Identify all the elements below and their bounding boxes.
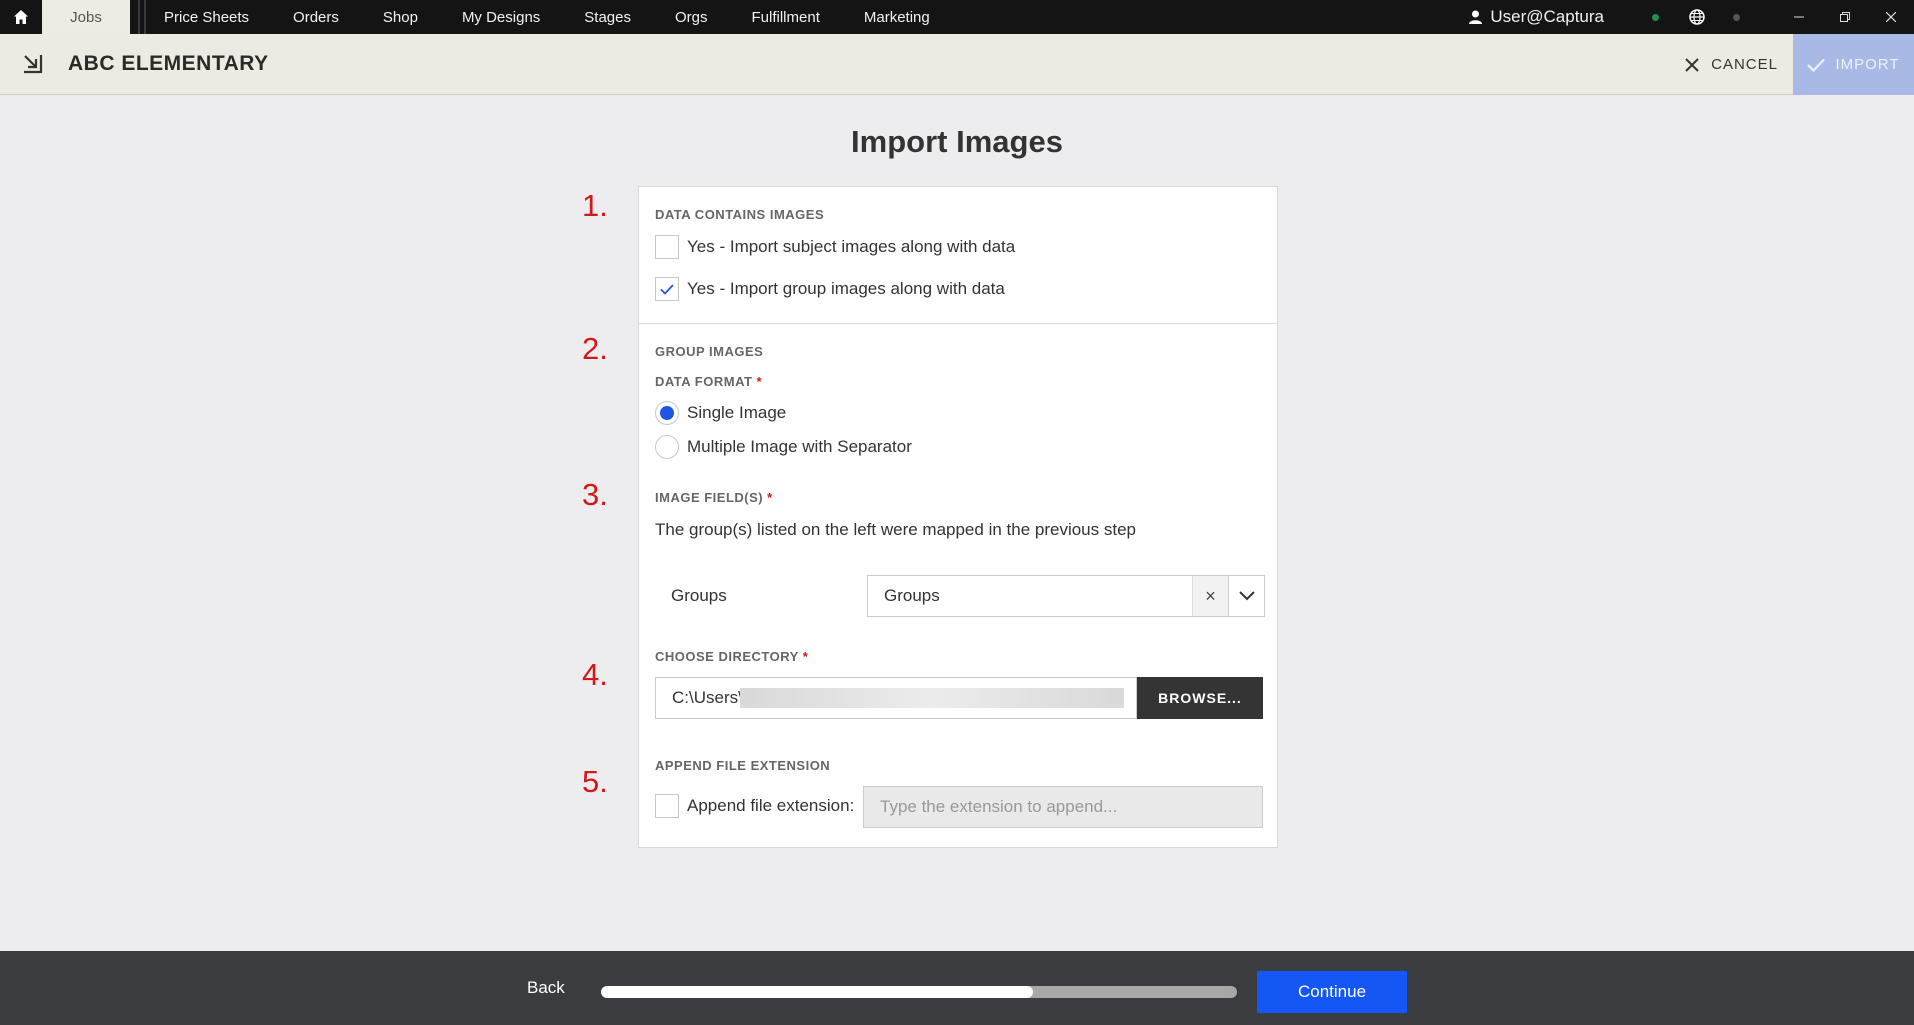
home-icon xyxy=(14,10,28,24)
radio-selected-dot xyxy=(660,406,674,420)
required-mark: * xyxy=(756,374,763,389)
import-button[interactable]: IMPORT xyxy=(1793,34,1914,95)
data-contains-images-label: DATA CONTAINS IMAGES xyxy=(655,207,825,222)
check-icon xyxy=(1807,58,1826,72)
extension-placeholder: Type the extension to append... xyxy=(880,797,1118,816)
required-mark: * xyxy=(767,490,773,505)
group-images-label: GROUP IMAGES xyxy=(655,344,764,359)
nav-stages[interactable]: Stages xyxy=(562,0,653,34)
clear-icon: × xyxy=(1205,585,1216,606)
import-images-form: DATA CONTAINS IMAGES Yes - Import subjec… xyxy=(638,186,1278,848)
import-label: IMPORT xyxy=(1835,56,1900,73)
directory-path: C:\Users\ xyxy=(672,688,743,707)
import-icon xyxy=(22,53,44,75)
nav-price-sheets[interactable]: Price Sheets xyxy=(156,0,271,34)
nav-marketing[interactable]: Marketing xyxy=(842,0,952,34)
multiple-image-label: Multiple Image with Separator xyxy=(687,437,912,456)
tab-jobs[interactable]: Jobs xyxy=(42,0,130,34)
step-number-2: 2. xyxy=(582,331,608,366)
append-extension-option[interactable]: Append file extension: xyxy=(655,794,854,818)
nav-divider xyxy=(138,0,140,34)
data-format-text: DATA FORMAT xyxy=(655,374,753,389)
nav-divider xyxy=(144,0,146,34)
minimize-icon xyxy=(1794,16,1804,18)
image-fields-description: The group(s) listed on the left were map… xyxy=(655,520,1136,539)
user-icon xyxy=(1469,10,1483,24)
groups-dropdown-toggle[interactable] xyxy=(1228,576,1264,616)
browse-button[interactable]: BROWSE... xyxy=(1137,677,1263,719)
nav-shop[interactable]: Shop xyxy=(361,0,440,34)
step-number-4: 4. xyxy=(582,657,608,692)
job-title: ABC ELEMENTARY xyxy=(68,52,269,75)
append-extension-checkbox-label: Append file extension: xyxy=(687,796,855,815)
user-name: User@Captura xyxy=(1490,7,1604,26)
redacted-path xyxy=(740,688,1124,708)
append-extension-label: APPEND FILE EXTENSION xyxy=(655,758,831,773)
close-icon xyxy=(1886,12,1896,22)
image-fields-label: IMAGE FIELD(S) * xyxy=(655,490,773,505)
restore-icon xyxy=(1840,12,1850,22)
choose-directory-label: CHOOSE DIRECTORY * xyxy=(655,649,808,664)
cancel-button[interactable]: CANCEL xyxy=(1685,34,1778,95)
wizard-footer: Back Continue xyxy=(0,951,1914,1025)
status-online-dot xyxy=(1652,13,1659,21)
subject-images-label: Yes - Import subject images along with d… xyxy=(687,237,1016,256)
user-menu[interactable]: User@Captura xyxy=(1469,7,1604,27)
globe-icon xyxy=(1689,9,1705,25)
chevron-down-icon xyxy=(1238,591,1255,601)
groups-select[interactable]: Groups × xyxy=(867,575,1265,617)
checkmark-icon xyxy=(660,283,674,295)
page-header: ABC ELEMENTARY CANCEL IMPORT xyxy=(0,34,1914,95)
minimize-button[interactable] xyxy=(1776,0,1822,34)
required-mark: * xyxy=(802,649,809,664)
data-format-label: DATA FORMAT * xyxy=(655,374,762,389)
step-number-1: 1. xyxy=(582,188,608,223)
image-fields-text: IMAGE FIELD(S) xyxy=(655,490,764,505)
step-number-5: 5. xyxy=(582,764,608,799)
groups-row-label: Groups xyxy=(671,586,727,605)
home-button[interactable] xyxy=(0,0,42,34)
directory-input[interactable]: C:\Users\ xyxy=(655,677,1137,719)
group-images-label: Yes - Import group images along with dat… xyxy=(687,279,1005,298)
nav-my-designs[interactable]: My Designs xyxy=(440,0,562,34)
single-image-option[interactable]: Single Image xyxy=(655,401,786,425)
section-divider xyxy=(639,323,1277,324)
continue-button[interactable]: Continue xyxy=(1257,971,1407,1013)
subject-images-option[interactable]: Yes - Import subject images along with d… xyxy=(655,235,1015,259)
back-button[interactable]: Back xyxy=(527,951,565,1025)
choose-directory-text: CHOOSE DIRECTORY xyxy=(655,649,799,664)
nav-orgs[interactable]: Orgs xyxy=(653,0,730,34)
step-number-3: 3. xyxy=(582,477,608,512)
extension-input[interactable]: Type the extension to append... xyxy=(863,786,1263,828)
multiple-image-option[interactable]: Multiple Image with Separator xyxy=(655,435,912,459)
status-dot xyxy=(1733,13,1740,21)
close-window-button[interactable] xyxy=(1868,0,1914,34)
restore-button[interactable] xyxy=(1822,0,1868,34)
subject-images-checkbox[interactable] xyxy=(655,235,679,259)
single-image-label: Single Image xyxy=(687,403,787,422)
top-nav-bar: Jobs Price Sheets Orders Shop My Designs… xyxy=(0,0,1914,34)
progress-bar xyxy=(601,986,1237,998)
group-images-option[interactable]: Yes - Import group images along with dat… xyxy=(655,277,1005,301)
nav-fulfillment[interactable]: Fulfillment xyxy=(730,0,842,34)
cancel-label: CANCEL xyxy=(1711,56,1778,73)
close-icon xyxy=(1685,57,1699,72)
nav-orders[interactable]: Orders xyxy=(271,0,361,34)
append-extension-checkbox[interactable] xyxy=(655,794,679,818)
groups-select-value: Groups xyxy=(884,586,940,605)
multiple-image-radio[interactable] xyxy=(655,435,679,459)
page-title: Import Images xyxy=(851,124,1063,159)
clear-selection-button[interactable]: × xyxy=(1192,576,1228,616)
language-button[interactable] xyxy=(1689,9,1705,25)
progress-fill xyxy=(601,986,1034,998)
single-image-radio[interactable] xyxy=(655,401,679,425)
group-images-checkbox[interactable] xyxy=(655,277,679,301)
